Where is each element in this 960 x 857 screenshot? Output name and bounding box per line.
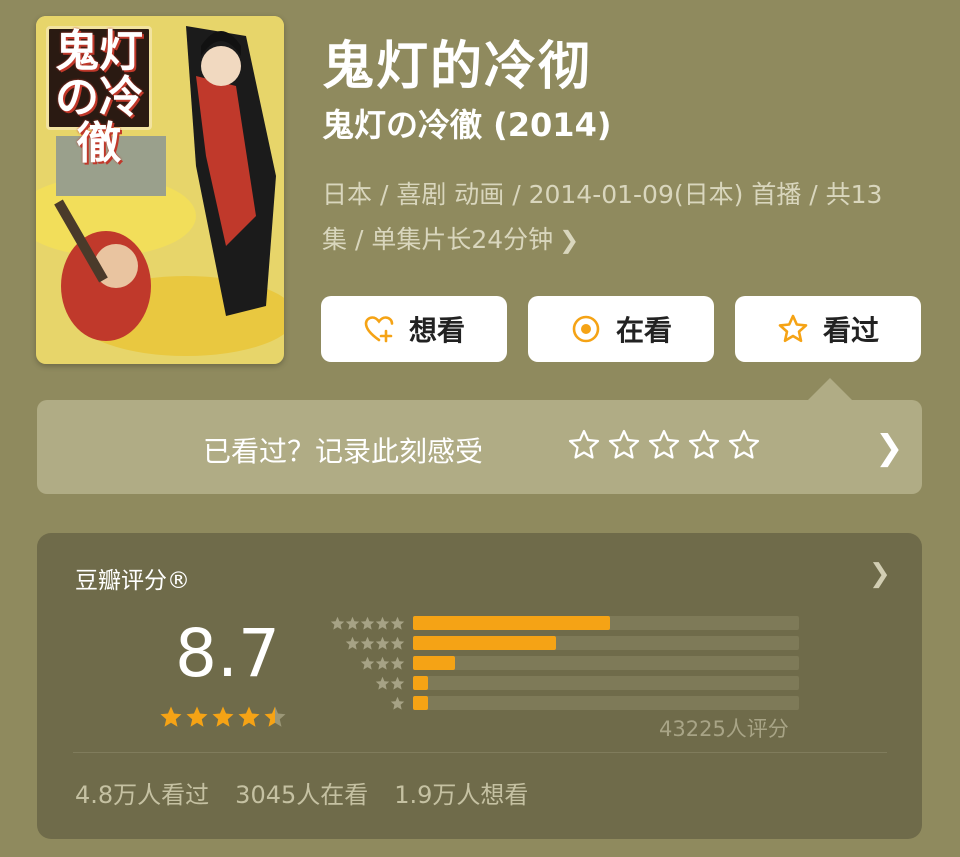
row-stars: [315, 676, 405, 691]
rating-bar-track: [413, 656, 799, 670]
rating-score: 8.7: [175, 615, 280, 692]
small-star-icon: [390, 636, 405, 650]
rating-bar-track: [413, 616, 799, 630]
score-star-icon: [264, 706, 286, 727]
rate-star-3-icon[interactable]: [647, 428, 681, 462]
small-star-icon: [390, 676, 405, 690]
rate-star-4-icon[interactable]: [687, 428, 721, 462]
stat-watching[interactable]: 3045人在看: [235, 775, 368, 810]
want-to-watch-button[interactable]: 想看: [321, 296, 507, 362]
chevron-right-icon[interactable]: ❯: [875, 428, 904, 468]
small-star-icon: [390, 616, 405, 630]
small-star-icon: [375, 636, 390, 650]
original-title: 鬼灯の冷徹 (2014): [322, 106, 612, 144]
small-star-icon: [375, 616, 390, 630]
rating-bar-fill: [413, 696, 429, 710]
row-stars: [315, 696, 405, 711]
watching-button[interactable]: 在看: [528, 296, 714, 362]
score-star-icon: [238, 706, 260, 727]
rating-row-5: [315, 615, 799, 631]
rating-row-3: [315, 655, 799, 671]
poster-logo: 鬼灯の冷徹: [46, 26, 152, 167]
small-star-icon: [345, 636, 360, 650]
rating-bar-track: [413, 636, 799, 650]
record-prompt: 已看过？记录此刻感受: [203, 435, 484, 468]
record-pointer: [808, 378, 852, 400]
small-star-icon: [375, 656, 390, 670]
small-star-icon: [375, 676, 390, 690]
small-star-icon: [330, 616, 345, 630]
rating-row-2: [315, 675, 799, 691]
rate-star-1-icon[interactable]: [567, 428, 601, 462]
small-star-icon: [345, 616, 360, 630]
target-icon: [572, 315, 600, 343]
rating-bar-track: [413, 676, 799, 690]
row-stars: [315, 656, 405, 671]
row-stars: [315, 636, 405, 651]
heart-plus-icon: [364, 316, 394, 343]
star-outline-icon: [778, 314, 808, 343]
rate-stars[interactable]: [567, 428, 761, 462]
divider: [73, 752, 887, 753]
rate-star-2-icon[interactable]: [607, 428, 641, 462]
douban-rating-card[interactable]: 豆瓣评分® ❯ 8.7 43225人评分 4.8万人看过 3045人在看 1.9…: [37, 533, 922, 839]
meta-line-2: 集 / 单集片长24分钟: [322, 225, 554, 254]
score-star-icon: [160, 706, 182, 727]
meta-line-1: 日本 / 喜剧 动画 / 2014-01-09(日本) 首播 / 共13: [322, 180, 883, 209]
stat-watched[interactable]: 4.8万人看过: [75, 775, 209, 810]
want-to-watch-label: 想看: [408, 314, 465, 347]
small-star-icon: [360, 616, 375, 630]
small-star-icon: [390, 696, 405, 710]
small-star-icon: [390, 656, 405, 670]
row-stars: [315, 616, 405, 631]
stat-want[interactable]: 1.9万人想看: [394, 775, 528, 810]
rating-bar-fill: [413, 636, 556, 650]
audience-stats: 4.8万人看过 3045人在看 1.9万人想看: [75, 775, 528, 810]
rate-star-5-icon[interactable]: [727, 428, 761, 462]
rating-row-1: [315, 695, 799, 711]
meta-info[interactable]: 日本 / 喜剧 动画 / 2014-01-09(日本) 首播 / 共13 集 /…: [322, 172, 922, 263]
small-star-icon: [360, 656, 375, 670]
rating-count: 43225人评分: [659, 717, 789, 741]
score-stars: [159, 705, 287, 729]
chevron-right-icon: ❯: [559, 226, 580, 254]
rating-bar-track: [413, 696, 799, 710]
watching-label: 在看: [615, 314, 672, 347]
record-rating-panel[interactable]: 已看过？记录此刻感受 ❯: [37, 400, 922, 494]
rating-bar-fill: [413, 676, 429, 690]
score-star-icon: [212, 706, 234, 727]
watched-button[interactable]: 看过: [735, 296, 921, 362]
rating-bar-fill: [413, 656, 456, 670]
poster-image[interactable]: 鬼灯の冷徹: [36, 16, 284, 364]
watched-label: 看过: [822, 314, 879, 347]
page-title: 鬼灯的冷彻: [322, 37, 593, 97]
rating-title: 豆瓣评分®: [75, 568, 190, 594]
small-star-icon: [360, 636, 375, 650]
rating-row-4: [315, 635, 799, 651]
chevron-right-icon[interactable]: ❯: [869, 559, 891, 589]
score-star-icon: [186, 706, 208, 727]
rating-bar-fill: [413, 616, 610, 630]
